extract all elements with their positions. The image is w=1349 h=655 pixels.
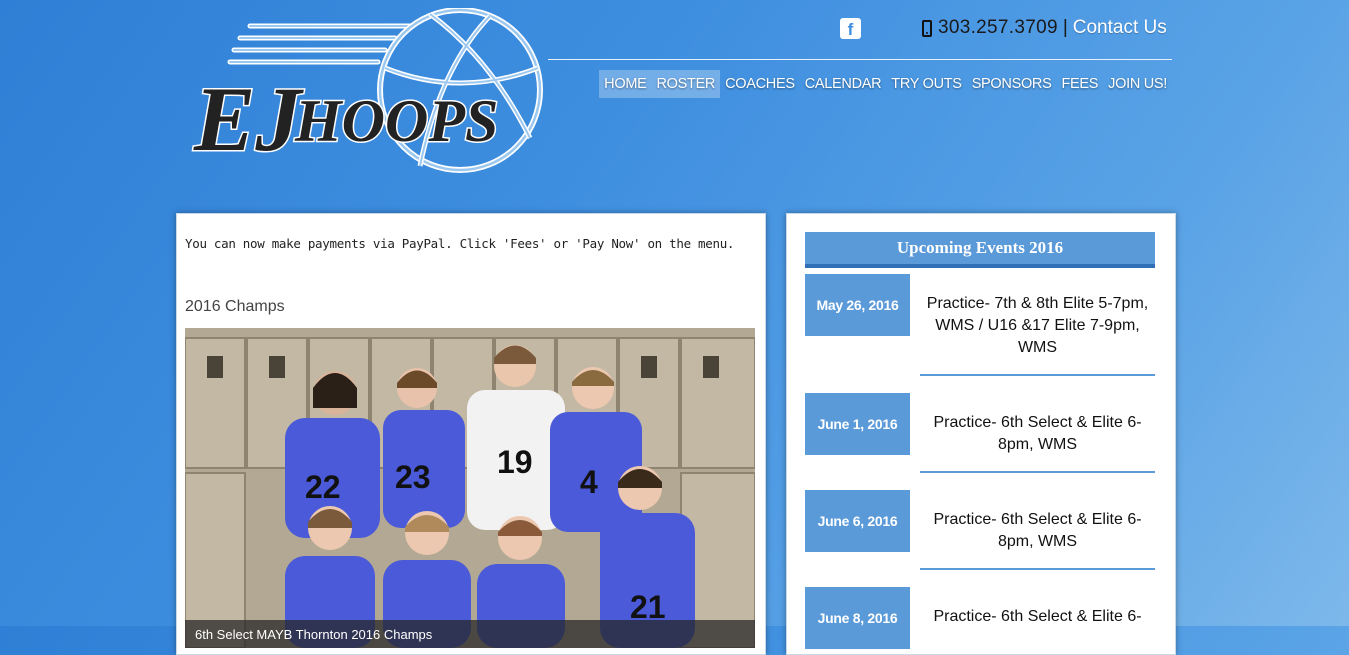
section-title: 2016 Champs xyxy=(185,298,285,315)
event-date: June 6, 2016 xyxy=(805,490,910,552)
svg-text:EJ: EJ xyxy=(193,68,304,170)
event-divider xyxy=(920,568,1155,570)
team-photo[interactable]: 22 23 19 4 21 6th Select MAYB Thornton 2016… xyxy=(185,328,755,648)
nav-sponsors[interactable]: SPONSORS xyxy=(967,70,1057,98)
nav-fees[interactable]: FEES xyxy=(1056,70,1103,98)
facebook-icon[interactable]: f xyxy=(840,18,861,39)
contact-us-link[interactable]: Contact Us xyxy=(1073,17,1167,39)
event-description: Practice- 6th Select & Elite 6-8pm, WMS xyxy=(933,511,1142,550)
phone-number[interactable]: 303.257.3709 xyxy=(938,17,1058,39)
header-divider xyxy=(548,59,1172,60)
nav-join-us[interactable]: JOIN US! xyxy=(1103,70,1172,98)
nav-home[interactable]: HOME xyxy=(599,70,652,98)
team-photo-illustration: 22 23 19421 xyxy=(185,328,755,648)
nav-try-outs[interactable]: TRY OUTS xyxy=(886,70,966,98)
event-date: May 26, 2016 xyxy=(805,274,910,336)
event-description: Practice- 6th Select & Elite 6-8pm, WMS xyxy=(933,414,1142,453)
nav-calendar[interactable]: CALENDAR xyxy=(800,70,887,98)
paypal-notice: You can now make payments via PayPal. Cl… xyxy=(185,236,735,251)
main-content-panel: You can now make payments via PayPal. Cl… xyxy=(176,213,766,655)
main-nav: HOME ROSTER COACHES CALENDAR TRY OUTS SP… xyxy=(599,70,1172,98)
phone-icon xyxy=(922,19,932,37)
events-panel: Upcoming Events 2016 May 26, 2016 Practi… xyxy=(786,213,1176,655)
svg-text:4: 4 xyxy=(580,464,598,500)
event-date: June 1, 2016 xyxy=(805,393,910,455)
svg-text:23: 23 xyxy=(395,459,431,495)
basketball-logo-graphic: EJ HOOPS xyxy=(192,8,543,173)
nav-roster[interactable]: ROSTER xyxy=(651,70,721,98)
photo-caption: 6th Select MAYB Thornton 2016 Champs xyxy=(185,620,755,648)
nav-coaches[interactable]: COACHES xyxy=(720,70,800,98)
event-date: June 8, 2016 xyxy=(805,587,910,649)
contact-bar: 303.257.3709 | Contact Us xyxy=(922,14,1167,42)
separator: | xyxy=(1062,17,1068,38)
site-logo[interactable]: EJ HOOPS xyxy=(190,8,545,178)
event-divider xyxy=(920,374,1155,376)
event-divider xyxy=(920,471,1155,473)
event-description: Practice- 7th & 8th Elite 5-7pm, WMS / U… xyxy=(926,295,1149,356)
svg-text:22: 22 xyxy=(305,469,341,505)
event-description: Practice- 6th Select & Elite 6- xyxy=(933,608,1142,625)
svg-text:19: 19 xyxy=(497,444,533,480)
events-title: Upcoming Events 2016 xyxy=(805,232,1155,268)
svg-text:HOOPS: HOOPS xyxy=(294,88,498,154)
